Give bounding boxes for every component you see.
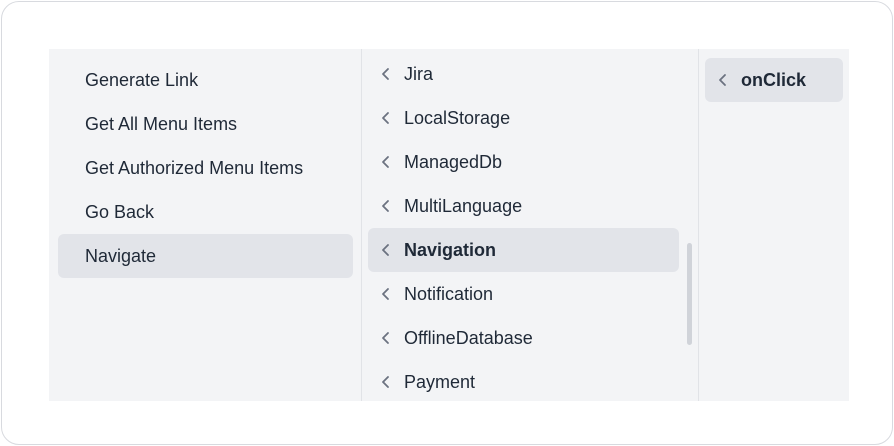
chevron-left-icon [714,71,732,89]
menu-item-manageddb[interactable]: ManagedDb [368,140,679,184]
menu-item-label: Navigation [404,239,497,260]
chevron-left-icon [377,329,395,347]
menu-item-payment[interactable]: Payment [368,360,679,401]
menu-item-label: Notification [404,283,494,304]
menu-item-get-authorized-menu-items[interactable]: Get Authorized Menu Items [58,146,353,190]
menu-item-jira[interactable]: Jira [368,52,679,96]
menu-item-label: Go Back [85,201,155,222]
menu-item-notification[interactable]: Notification [368,272,679,316]
menu-item-label: Jira [404,63,434,84]
window-frame: Generate Link Get All Menu Items Get Aut… [1,1,893,445]
scrollbar-thumb[interactable] [687,243,692,345]
menu-item-navigation[interactable]: Navigation [368,228,679,272]
menu-item-label: MultiLanguage [404,195,523,216]
menu-item-label: Navigate [85,245,157,266]
menu-item-generate-link[interactable]: Generate Link [58,58,353,102]
menu-column-events: onClick [698,49,849,401]
chevron-left-icon [377,373,395,391]
chevron-left-icon [377,241,395,259]
menu-item-navigate[interactable]: Navigate [58,234,353,278]
chevron-left-icon [377,109,395,127]
menu-item-label: ManagedDb [404,151,503,172]
menu-item-localstorage[interactable]: LocalStorage [368,96,679,140]
menu-item-go-back[interactable]: Go Back [58,190,353,234]
menu-item-get-all-menu-items[interactable]: Get All Menu Items [58,102,353,146]
menu-item-label: onClick [741,69,807,90]
cascading-menu-panel: Generate Link Get All Menu Items Get Aut… [49,49,849,401]
chevron-left-icon [377,197,395,215]
menu-column-modules: Jira LocalStorage ManagedDb MultiLanguag… [361,49,698,401]
chevron-left-icon [377,285,395,303]
menu-item-label: Payment [404,371,476,392]
chevron-left-icon [377,65,395,83]
menu-item-offlinedatabase[interactable]: OfflineDatabase [368,316,679,360]
menu-item-label: Get All Menu Items [85,113,238,134]
menu-item-onclick[interactable]: onClick [705,58,843,102]
menu-column-actions: Generate Link Get All Menu Items Get Aut… [49,49,361,401]
menu-item-label: LocalStorage [404,107,511,128]
chevron-left-icon [377,153,395,171]
menu-item-label: OfflineDatabase [404,327,533,348]
menu-item-label: Get Authorized Menu Items [85,157,304,178]
menu-item-label: Generate Link [85,69,199,90]
menu-item-multilanguage[interactable]: MultiLanguage [368,184,679,228]
